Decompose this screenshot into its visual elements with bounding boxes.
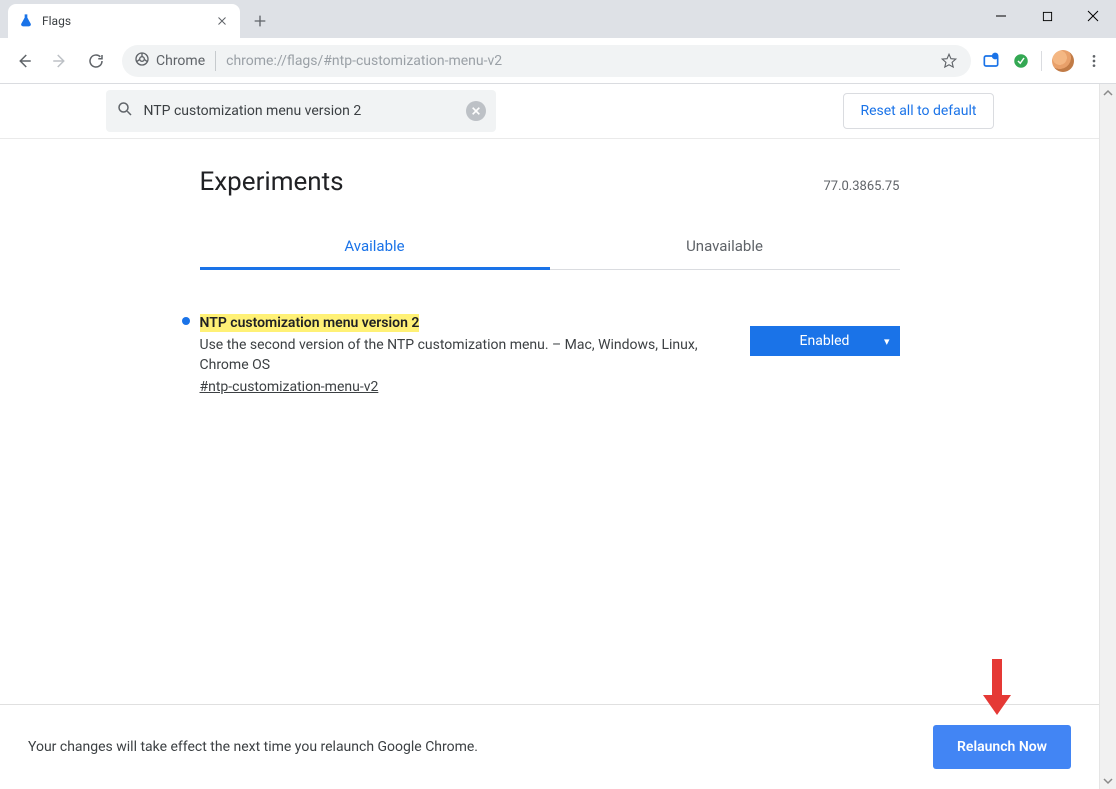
page-viewport: NTP customization menu version 2 Reset a… (0, 84, 1116, 789)
flag-title: NTP customization menu version 2 (200, 314, 420, 332)
bookmark-star-icon[interactable] (939, 51, 959, 71)
chrome-icon (134, 51, 150, 71)
tab-unavailable[interactable]: Unavailable (550, 225, 900, 269)
reload-button[interactable] (80, 45, 112, 77)
minimize-button[interactable] (978, 0, 1024, 32)
forward-button[interactable] (44, 45, 76, 77)
reset-all-button[interactable]: Reset all to default (843, 93, 993, 129)
chrome-menu-icon[interactable] (1084, 51, 1104, 71)
page-content: NTP customization menu version 2 Reset a… (0, 84, 1099, 789)
flags-search-value: NTP customization menu version 2 (144, 103, 456, 119)
close-window-button[interactable] (1070, 0, 1116, 32)
relaunch-button[interactable]: Relaunch Now (933, 725, 1071, 769)
flags-search-box[interactable]: NTP customization menu version 2 (106, 90, 496, 132)
clear-search-icon[interactable] (466, 101, 486, 121)
close-tab-icon[interactable] (214, 13, 230, 29)
relaunch-message: Your changes will take effect the next t… (28, 739, 478, 755)
tab-available-label: Available (344, 237, 404, 255)
maximize-button[interactable] (1024, 0, 1070, 32)
flag-hash-link[interactable]: #ntp-customization-menu-v2 (200, 379, 379, 395)
flag-state-select[interactable]: Enabled (750, 326, 900, 356)
chrome-version: 77.0.3865.75 (823, 179, 899, 194)
flag-item: NTP customization menu version 2 Use the… (190, 312, 910, 395)
back-button[interactable] (8, 45, 40, 77)
flags-tabs: Available Unavailable (200, 225, 900, 270)
tab-available[interactable]: Available (200, 225, 550, 270)
window-controls (978, 0, 1116, 32)
modified-indicator-icon (182, 317, 190, 325)
omnibox[interactable]: Chrome chrome://flags/#ntp-customization… (122, 45, 971, 77)
vertical-scrollbar[interactable] (1099, 84, 1116, 789)
extension-icon-2[interactable] (1011, 51, 1031, 71)
relaunch-label: Relaunch Now (957, 739, 1047, 755)
page-title: Experiments (200, 167, 344, 197)
profile-avatar[interactable] (1052, 50, 1074, 72)
omnibox-chip-label: Chrome (156, 53, 205, 69)
separator (1041, 51, 1042, 71)
flags-search-row: NTP customization menu version 2 Reset a… (0, 84, 1099, 139)
search-icon (116, 100, 134, 122)
flag-description: Use the second version of the NTP custom… (200, 335, 720, 375)
toolbar-right (981, 50, 1108, 72)
new-tab-button[interactable] (246, 7, 274, 35)
reset-all-label: Reset all to default (860, 103, 976, 119)
tab-unavailable-label: Unavailable (686, 237, 763, 255)
tab-title: Flags (42, 14, 206, 28)
flag-title-text: NTP customization menu version 2 (200, 314, 420, 332)
omnibox-origin-chip: Chrome (134, 51, 216, 71)
titlebar: Flags (0, 0, 1116, 38)
flag-state-value: Enabled (800, 333, 850, 349)
flask-icon (18, 13, 34, 29)
scroll-up-icon[interactable] (1100, 84, 1116, 101)
extension-icon-1[interactable] (981, 51, 1001, 71)
scroll-down-icon[interactable] (1100, 772, 1116, 789)
relaunch-footer: Your changes will take effect the next t… (0, 704, 1099, 789)
browser-tab[interactable]: Flags (8, 4, 240, 38)
experiments-header: Experiments 77.0.3865.75 (200, 167, 900, 197)
omnibox-url: chrome://flags/#ntp-customization-menu-v… (226, 53, 929, 69)
toolbar: Chrome chrome://flags/#ntp-customization… (0, 38, 1116, 84)
